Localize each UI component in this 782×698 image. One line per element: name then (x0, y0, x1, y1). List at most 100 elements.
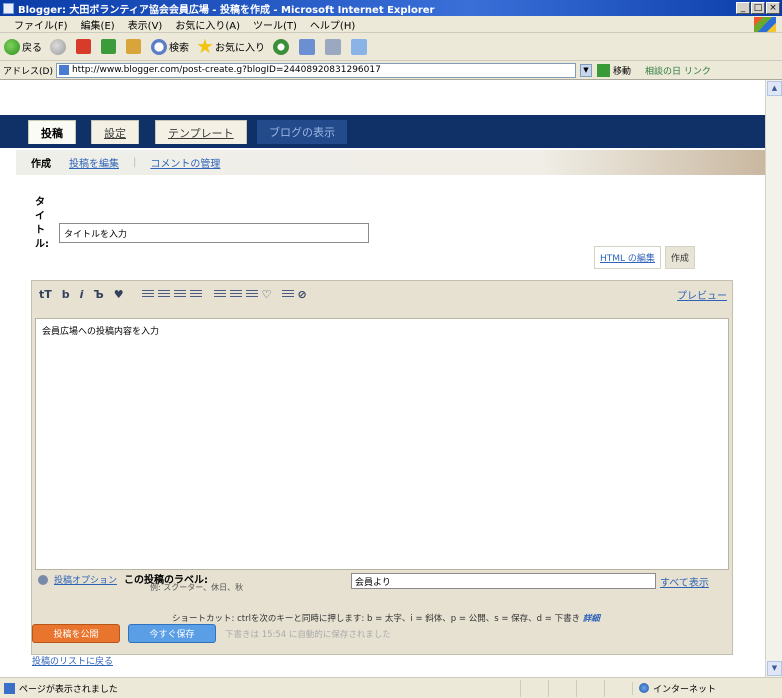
preview-link[interactable]: プレビュー (677, 287, 727, 302)
history-icon (273, 38, 289, 55)
browser-toolbar: 戻る 検索 お気に入り (0, 33, 782, 61)
subnav-moderate-comments[interactable]: コメントの管理 (150, 155, 220, 170)
bold-button[interactable]: b (62, 288, 70, 301)
print-button[interactable] (325, 38, 343, 55)
home-button[interactable] (126, 39, 143, 54)
search-label: 検索 (169, 43, 189, 54)
search-button[interactable]: 検索 (151, 38, 189, 55)
show-all-labels-link[interactable]: すべて表示 (660, 574, 709, 589)
tab-posting[interactable]: 投稿 (28, 120, 76, 144)
tab-template[interactable]: テンプレート (155, 120, 247, 144)
scroll-down-icon[interactable]: ▼ (767, 661, 782, 676)
minimize-button[interactable]: _ (736, 2, 750, 14)
page-status-icon (4, 682, 15, 694)
autosave-message: 下書きは 15:54 に自動的に保存されました (225, 630, 391, 640)
subnav-edit-posts[interactable]: 投稿を編集 (69, 155, 119, 170)
publish-button[interactable]: 投稿を公開 (32, 624, 120, 643)
back-to-posts-link[interactable]: 投稿のリストに戻る (32, 654, 113, 667)
align-left-icon[interactable] (141, 289, 154, 299)
favorites-button[interactable]: お気に入り (197, 38, 265, 55)
go-arrow-icon (596, 63, 610, 77)
link-icon[interactable]: ♥ (114, 288, 124, 301)
shortcut-hint: ショートカット: ctrlを次のキーと同時に押します: b = 太字、i = 斜… (172, 612, 600, 624)
address-url: http://www.blogger.com/post-create.g?blo… (71, 65, 381, 75)
address-input[interactable]: http://www.blogger.com/post-create.g?blo… (55, 62, 576, 78)
tab-compose[interactable]: 作成 (664, 246, 695, 269)
address-dropdown-icon[interactable]: ▼ (579, 63, 592, 77)
post-body-textarea[interactable]: 会員広場への投稿内容を入力 (35, 318, 729, 570)
print-icon (325, 38, 341, 55)
post-options-link[interactable]: 投稿オプション (54, 573, 117, 586)
subnav-create[interactable]: 作成 (31, 155, 51, 170)
title-label: タイトル: (35, 197, 49, 250)
spellcheck-icon[interactable]: ♡ (262, 288, 272, 301)
forward-button[interactable] (50, 38, 68, 55)
back-label: 戻る (22, 43, 42, 54)
save-now-button[interactable]: 今すぐ保存 (128, 624, 216, 643)
menu-favorites[interactable]: お気に入り(A) (175, 17, 240, 32)
go-button[interactable]: 移動 (596, 63, 631, 77)
numbered-list-icon[interactable] (213, 289, 226, 299)
posting-subnav: 作成 投稿を編集 | コメントの管理 (16, 150, 765, 175)
menu-help[interactable]: ヘルプ(H) (310, 17, 355, 32)
status-text: ページが表示されました (19, 684, 118, 695)
edit-page-button[interactable] (351, 38, 369, 55)
history-button[interactable] (273, 38, 291, 55)
options-toggle-icon[interactable] (38, 575, 48, 585)
menu-edit[interactable]: 編集(E) (81, 17, 115, 32)
align-justify-icon[interactable] (189, 289, 202, 299)
labels-row: 投稿オプション この投稿のラベル: 例: スクーター、休日、秋 すべて表示 (36, 571, 730, 592)
italic-button[interactable]: i (80, 288, 84, 301)
editor-mode-tabs: HTML の編集 作成 (594, 246, 695, 269)
menu-file[interactable]: ファイル(F) (14, 17, 68, 32)
stop-icon (76, 39, 91, 54)
menu-bar: ファイル(F) 編集(E) 表示(V) お気に入り(A) ツール(T) ヘルプ(… (0, 16, 782, 33)
bullet-list-icon[interactable] (229, 289, 242, 299)
mail-button[interactable] (299, 38, 317, 55)
windows-flag-icon (754, 17, 776, 32)
image-icon[interactable] (281, 289, 294, 299)
title-input[interactable] (59, 223, 369, 243)
home-icon (126, 39, 141, 54)
star-icon (197, 38, 213, 54)
back-button[interactable]: 戻る (4, 38, 42, 55)
maximize-button[interactable]: □ (751, 2, 765, 14)
page-viewport: 投稿 設定 テンプレート ブログの表示 作成 投稿を編集 | コメントの管理 タ… (0, 80, 765, 677)
subnav-separator: | (133, 157, 137, 168)
align-center-icon[interactable] (157, 289, 170, 299)
tab-edit-html[interactable]: HTML の編集 (594, 246, 661, 269)
status-bar: ページが表示されました インターネット (0, 677, 782, 698)
shortcut-details-link[interactable]: 詳細 (583, 614, 600, 624)
search-icon (151, 38, 167, 55)
blockquote-icon[interactable] (245, 289, 258, 299)
menu-view[interactable]: 表示(V) (128, 17, 163, 32)
close-button[interactable]: × (766, 2, 780, 14)
labels-input[interactable] (351, 573, 656, 589)
labels-hint: 例: スクーター、休日、秋 (150, 583, 244, 592)
page-icon (58, 65, 69, 75)
refresh-icon (101, 39, 116, 54)
scroll-up-icon[interactable]: ▲ (767, 81, 782, 96)
back-arrow-icon (4, 38, 20, 55)
edit-icon (351, 38, 367, 55)
forward-arrow-icon (50, 38, 66, 55)
mail-icon (299, 38, 315, 55)
stop-button[interactable] (76, 39, 93, 54)
remove-format-icon[interactable]: ⊘ (298, 288, 307, 301)
favorites-label: お気に入り (215, 43, 265, 54)
refresh-button[interactable] (101, 39, 118, 54)
blog-nav-bar: 投稿 設定 テンプレート ブログの表示 (0, 115, 765, 148)
tab-settings[interactable]: 設定 (91, 120, 139, 144)
font-size-button[interactable]: tT (39, 288, 52, 301)
menu-tools[interactable]: ツール(T) (253, 17, 297, 32)
window-title: Blogger: 大田ボランティア協会会員広場 - 投稿を作成 - Micros… (18, 4, 435, 16)
vertical-scrollbar[interactable]: ▲ ▼ (765, 80, 782, 677)
address-label: アドレス(D) (3, 66, 53, 77)
text-color-icon[interactable]: Ъ (93, 288, 103, 301)
tab-view-blog[interactable]: ブログの表示 (257, 120, 347, 144)
ie-app-icon (3, 2, 14, 14)
internet-globe-icon (639, 683, 649, 693)
links-label[interactable]: 相談の日 リンク (645, 64, 711, 77)
align-right-icon[interactable] (173, 289, 186, 299)
security-zone: インターネット (632, 681, 782, 695)
